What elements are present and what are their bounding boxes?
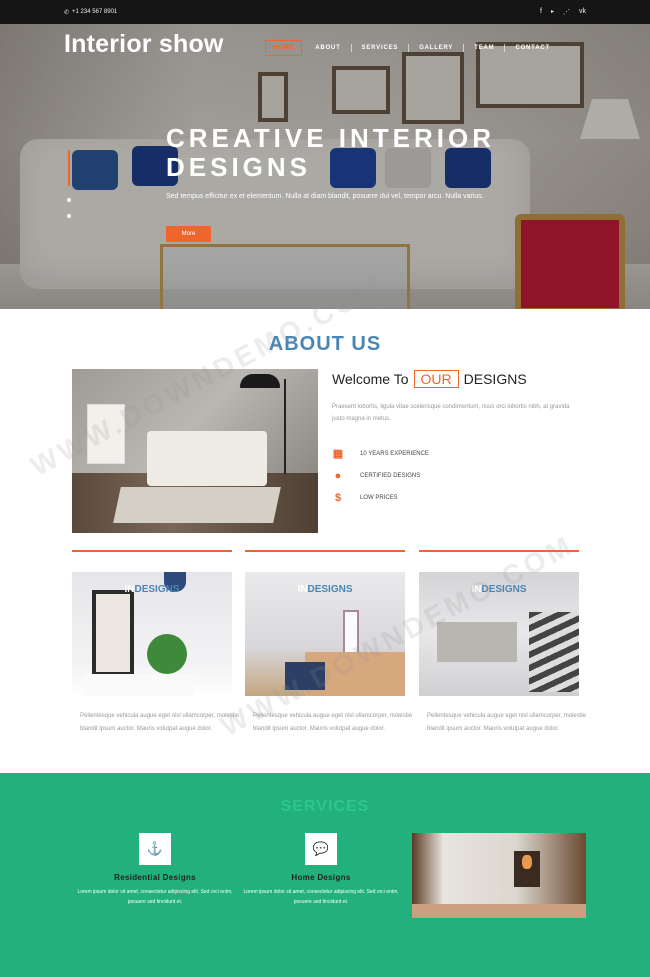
card-description: Pellentesque vehicula augue eget nisl ul… <box>253 713 413 732</box>
twitter-icon[interactable]: ▸ <box>551 8 554 16</box>
feature-label: CERTIFIED DESIGNS <box>360 473 421 479</box>
site-logo[interactable]: Interior show <box>64 30 224 59</box>
slider-dot-active[interactable] <box>68 150 70 186</box>
nav-contact[interactable]: CONTACT <box>505 44 559 52</box>
feature-item: ● CERTIFIED DESIGNS <box>332 470 421 482</box>
nav-gallery[interactable]: GALLERY <box>409 44 465 52</box>
services-title: SERVICES <box>280 798 370 815</box>
feature-item: $ LOW PRICES <box>332 492 398 504</box>
design-card-image[interactable]: INDESIGNS <box>245 572 405 696</box>
hero-subtitle: Sed tempus efficitur ex et elementum. Nu… <box>166 193 484 200</box>
hero-title: CREATIVE INTERIOR DESIGNS <box>166 123 495 182</box>
rss-icon[interactable]: ⋰ <box>563 8 570 16</box>
anchor-icon: ⚓ <box>139 833 171 865</box>
frame-art <box>92 590 134 676</box>
phone-contact[interactable]: ✆ +1 234 567 8901 <box>64 9 117 16</box>
about-title: ABOUT US <box>268 333 382 355</box>
service-image <box>412 833 586 918</box>
slider-indicators <box>67 150 71 218</box>
calendar-icon: ▦ <box>332 448 344 460</box>
main-nav: HOME ABOUT SERVICES GALLERY TEAM CONTACT <box>265 40 560 56</box>
feature-item: ▦ 10 YEARS EXPERIENCE <box>332 448 429 460</box>
vk-icon[interactable]: vk <box>579 8 586 16</box>
dollar-icon: $ <box>334 492 342 504</box>
service-title: Home Designs <box>291 873 351 882</box>
chat-icon: 💬 <box>305 833 337 865</box>
design-card-image[interactable]: INDESIGNS <box>72 572 232 696</box>
welcome-heading: Welcome To OUR DESIGNS <box>332 370 527 388</box>
phone-icon: ✆ <box>64 9 70 16</box>
social-links: f ▸ ⋰ vk <box>540 8 586 16</box>
card-label: INDESIGNS <box>297 584 353 595</box>
nav-about[interactable]: ABOUT <box>305 44 352 52</box>
facebook-icon[interactable]: f <box>540 8 542 16</box>
nav-services[interactable]: SERVICES <box>352 44 410 52</box>
welcome-text-end: DESIGNS <box>463 371 527 387</box>
welcome-highlight: OUR <box>413 370 459 388</box>
slider-dot[interactable] <box>67 214 71 218</box>
divider <box>419 550 579 552</box>
services-section: SERVICES ⚓ Residential Designs Lorem ips… <box>0 773 650 977</box>
nav-team[interactable]: TEAM <box>464 44 506 52</box>
feature-label: LOW PRICES <box>360 495 398 501</box>
about-description: Praesent lobortis, ligula vitae sceleris… <box>332 404 570 422</box>
certificate-icon: ● <box>334 470 342 482</box>
phone-number: +1 234 567 8901 <box>72 9 118 15</box>
slider-dot[interactable] <box>67 198 71 202</box>
welcome-text: Welcome To <box>332 371 409 387</box>
design-card-image[interactable]: INDESIGNS <box>419 572 579 696</box>
about-image <box>72 369 318 533</box>
service-description: Lorem ipsum dolor sit amet, consectetur … <box>243 889 399 905</box>
service-title: Residential Designs <box>114 873 196 882</box>
more-button[interactable]: More <box>166 226 211 242</box>
card-description: Pellentesque vehicula augue eget nisl ul… <box>427 713 587 732</box>
card-label: INDESIGNS <box>124 584 180 595</box>
card-label: INDESIGNS <box>471 584 527 595</box>
service-description: Lorem ipsum dolor sit amet, consectetur … <box>77 889 233 905</box>
top-bar: ✆ +1 234 567 8901 f ▸ ⋰ vk <box>0 0 650 24</box>
divider <box>72 550 232 552</box>
feature-label: 10 YEARS EXPERIENCE <box>360 451 429 457</box>
card-description: Pellentesque vehicula augue eget nisl ul… <box>80 713 240 732</box>
divider <box>245 550 405 552</box>
nav-home[interactable]: HOME <box>265 40 303 56</box>
